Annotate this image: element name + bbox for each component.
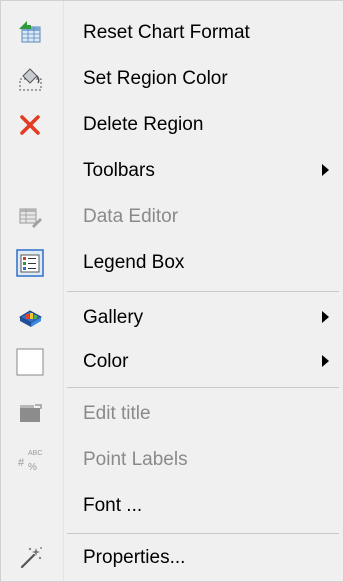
menu-item-label: Delete Region: [83, 114, 204, 135]
menu-item-reset-chart-format[interactable]: Reset Chart Format: [1, 10, 343, 56]
magic-wand-icon: [16, 544, 44, 572]
submenu-arrow-icon: [322, 311, 329, 323]
menu-item-label: Reset Chart Format: [83, 22, 250, 43]
svg-text:#: #: [18, 457, 25, 469]
menu-item-label: Data Editor: [83, 206, 179, 227]
red-x-delete-icon: [16, 111, 44, 139]
context-menu: Reset Chart Format Set Region Color Dele…: [0, 0, 344, 582]
menu-separator: [67, 291, 339, 292]
submenu-arrow-icon: [322, 164, 329, 176]
menu-item-label: Properties...: [83, 547, 186, 568]
submenu-arrow-icon: [322, 355, 329, 367]
menu-item-color[interactable]: Color: [1, 339, 343, 385]
reset-chart-format-icon: [16, 19, 44, 47]
menu-item-properties[interactable]: Properties...: [1, 535, 343, 581]
menu-item-label: Point Labels: [83, 449, 188, 470]
menu-item-label: Gallery: [83, 307, 144, 328]
svg-text:ABC: ABC: [28, 450, 42, 457]
menu-item-label: Set Region Color: [83, 68, 228, 89]
menu-item-label: Color: [83, 351, 129, 372]
menu-item-delete-region[interactable]: Delete Region: [1, 102, 343, 148]
menu-item-edit-title[interactable]: Edit title: [1, 391, 343, 437]
edit-title-icon: [16, 400, 44, 428]
menu-item-toolbars[interactable]: Toolbars: [1, 148, 343, 194]
data-editor-icon: [16, 203, 44, 231]
menu-item-label: Edit title: [83, 403, 151, 424]
menu-item-label: Legend Box: [83, 252, 185, 273]
paint-bucket-icon: [16, 65, 44, 93]
point-labels-icon: ABC # %: [16, 446, 44, 474]
menu-item-label: Font ...: [83, 495, 143, 516]
gallery-icon: [16, 304, 44, 332]
color-swatch-icon: [16, 348, 44, 376]
menu-separator: [67, 387, 339, 388]
menu-item-font[interactable]: Font ...: [1, 483, 343, 529]
menu-item-label: Toolbars: [83, 160, 155, 181]
menu-separator: [67, 533, 339, 534]
svg-text:%: %: [28, 462, 37, 473]
menu-item-gallery[interactable]: Gallery: [1, 295, 343, 341]
menu-item-point-labels[interactable]: ABC # % Point Labels: [1, 437, 343, 483]
menu-item-set-region-color[interactable]: Set Region Color: [1, 56, 343, 102]
menu-item-legend-box[interactable]: Legend Box: [1, 240, 343, 286]
menu-item-data-editor[interactable]: Data Editor: [1, 194, 343, 240]
legend-box-icon: [16, 249, 44, 277]
